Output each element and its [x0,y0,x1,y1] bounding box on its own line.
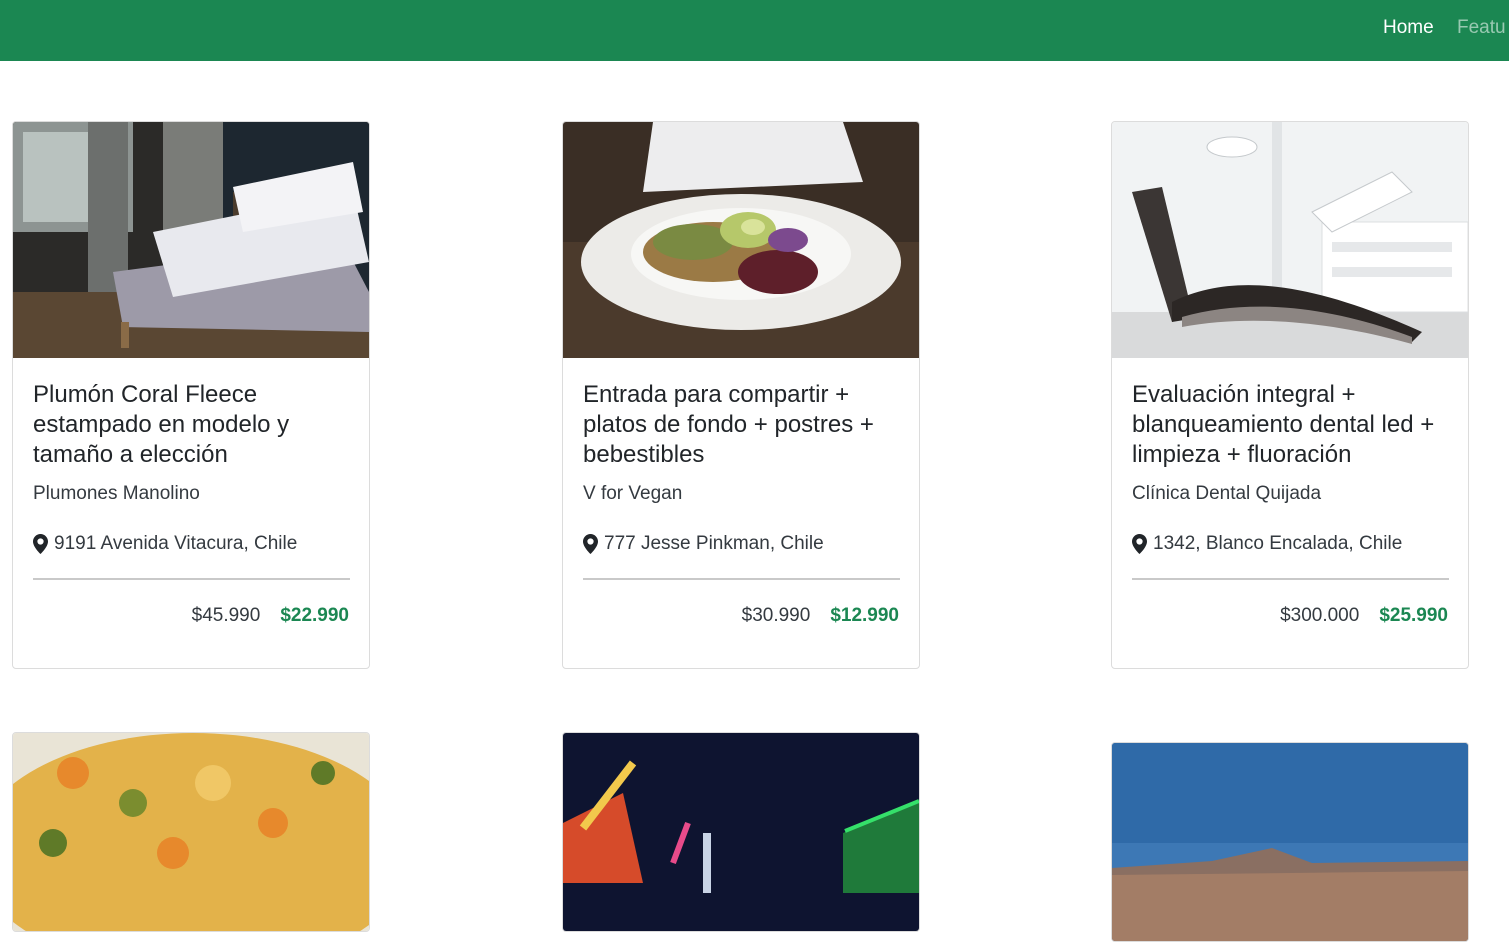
original-price: $30.990 [741,605,811,626]
deal-image-dental-chair[interactable] [1112,122,1468,358]
deal-image-carnival[interactable] [563,733,919,931]
deal-location: 777 Jesse Pinkman, Chile [583,532,824,556]
deal-card[interactable]: Entrada para compartir + platos de fondo… [562,121,920,669]
divider [583,578,900,580]
deal-image-bedroom[interactable] [13,122,369,358]
merchant-name: V for Vegan [583,483,683,504]
original-price: $45.990 [191,605,261,626]
divider [1132,578,1449,580]
deal-card[interactable] [562,732,920,932]
deal-card[interactable] [1111,742,1469,942]
location-text: 9191 Avenida Vitacura, Chile [54,533,298,554]
deal-image-vegan-dish[interactable] [563,122,919,358]
deal-location: 9191 Avenida Vitacura, Chile [33,532,297,556]
deal-location: 1342, Blanco Encalada, Chile [1132,532,1402,556]
deal-image-food-dish[interactable] [13,733,369,931]
discount-price: $22.990 [280,605,349,626]
discount-price: $25.990 [1379,605,1448,626]
merchant-name: Clínica Dental Quijada [1132,483,1322,504]
deal-card[interactable]: Plumón Coral Fleece estampado en modelo … [12,121,370,669]
price-row: $300.000 $25.990 [1280,604,1448,628]
map-marker-icon [583,534,598,554]
deal-card[interactable] [12,732,370,932]
nav-link-home[interactable]: Home [1383,17,1434,39]
deal-image-desert-landscape[interactable] [1112,743,1468,941]
divider [33,578,350,580]
merchant-name: Plumones Manolino [33,483,200,504]
map-marker-icon [33,534,48,554]
deal-title[interactable]: Plumón Coral Fleece estampado en modelo … [33,380,355,470]
location-text: 777 Jesse Pinkman, Chile [604,533,824,554]
discount-price: $12.990 [830,605,899,626]
location-text: 1342, Blanco Encalada, Chile [1153,533,1403,554]
deal-title[interactable]: Evaluación integral + blanqueamiento den… [1132,380,1454,470]
deal-title[interactable]: Entrada para compartir + platos de fondo… [583,380,905,470]
map-marker-icon [1132,534,1147,554]
nav-link-features[interactable]: Featu [1457,17,1506,39]
price-row: $45.990 $22.990 [192,604,349,628]
top-navbar: Home Featu [0,0,1509,61]
deal-card[interactable]: Evaluación integral + blanqueamiento den… [1111,121,1469,669]
original-price: $300.000 [1280,605,1360,626]
price-row: $30.990 $12.990 [742,604,899,628]
